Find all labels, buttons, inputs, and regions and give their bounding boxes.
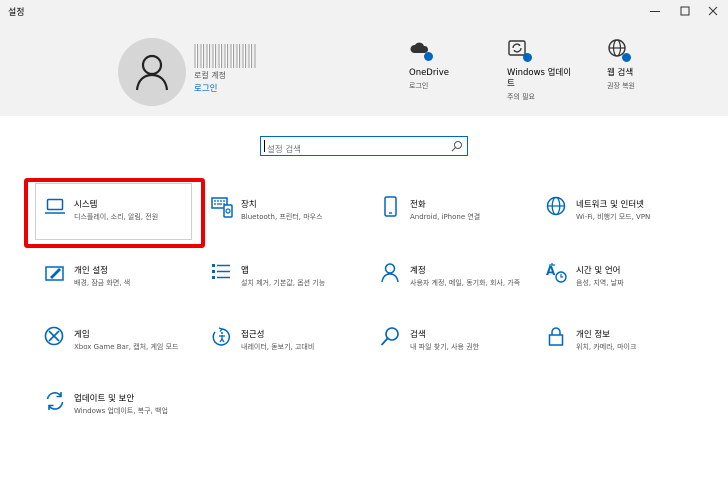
update-sync-icon xyxy=(46,392,64,410)
tile-title: 시간 및 언어 xyxy=(576,266,621,276)
avatar[interactable] xyxy=(118,38,186,106)
tile-desc: 내 파일 찾기, 사용 권한 xyxy=(410,343,480,351)
tile-desc: Bluetooth, 프린터, 마우스 xyxy=(241,213,323,221)
tile-title: 전화 xyxy=(410,200,426,210)
title-bar: 설정 xyxy=(0,0,728,24)
xbox-icon xyxy=(44,326,64,346)
devices-icon xyxy=(211,197,233,218)
tile-accounts[interactable]: 계정 사용자 계정, 메일, 동기화, 회사, 가족 xyxy=(380,262,540,312)
tile-desc: Windows 업데이트, 복구, 백업 xyxy=(74,407,168,415)
tile-time-language[interactable]: A 시간 및 언어 음성, 지역, 날짜 xyxy=(546,262,706,312)
lock-icon xyxy=(548,327,564,346)
tile-desc: 배경, 잠금 화면, 색 xyxy=(74,279,131,287)
header-item-onedrive[interactable]: OneDrive 로그인 xyxy=(409,38,449,91)
tile-title: 시스템 xyxy=(74,200,98,210)
account-header: 로컬 계정 로그인 OneDrive 로그인 Windows 업데이트 주의 필… xyxy=(0,24,728,116)
person-icon xyxy=(381,263,399,283)
tile-desc: Android, iPhone 연결 xyxy=(410,213,481,221)
tile-title: 앱 xyxy=(241,266,249,276)
tile-title: 네트워크 및 인터넷 xyxy=(576,200,644,210)
globe-icon xyxy=(546,196,566,216)
tile-title: 개인 정보 xyxy=(576,330,610,340)
tile-desc: 설치 제거, 기본값, 옵션 기능 xyxy=(241,279,326,287)
windows-update-icon xyxy=(507,38,532,62)
tile-title: 검색 xyxy=(410,330,426,340)
tile-title: 업데이트 및 보안 xyxy=(74,394,135,404)
settings-search-box[interactable] xyxy=(260,136,468,159)
header-item-web-search[interactable]: 웹 검색 권장 복원 xyxy=(607,38,635,91)
person-icon xyxy=(135,54,169,91)
apps-list-icon xyxy=(212,264,230,279)
tile-title: 게임 xyxy=(74,330,90,340)
tile-desc: 위치, 카메라, 마이크 xyxy=(576,343,637,351)
web-search-title: 웹 검색 xyxy=(607,68,634,78)
maximize-button[interactable] xyxy=(670,0,700,22)
header-item-windows-update[interactable]: Windows 업데이트 주의 필요 xyxy=(507,38,577,102)
web-search-subtitle: 권장 복원 xyxy=(607,82,635,90)
text-caret xyxy=(264,140,265,152)
tile-search[interactable]: 검색 내 파일 찾기, 사용 권한 xyxy=(380,326,540,376)
tile-desc: 디스플레이, 소리, 알림, 전원 xyxy=(74,213,159,221)
time-language-icon: A xyxy=(546,263,567,283)
redacted-username xyxy=(194,44,256,68)
search-input[interactable] xyxy=(261,141,441,159)
minimize-button[interactable] xyxy=(640,0,670,22)
tile-title: 장치 xyxy=(241,200,257,210)
signin-link[interactable]: 로그인 xyxy=(194,82,217,94)
tile-update-security[interactable]: 업데이트 및 보안 Windows 업데이트, 복구, 백업 xyxy=(44,390,204,440)
paint-icon xyxy=(45,266,64,281)
globe-icon xyxy=(607,38,631,62)
tile-desc: Xbox Game Bar, 캡처, 게임 모드 xyxy=(74,343,179,351)
tile-gaming[interactable]: 게임 Xbox Game Bar, 캡처, 게임 모드 xyxy=(44,326,204,376)
tile-apps[interactable]: 앱 설치 제거, 기본값, 옵션 기능 xyxy=(211,262,371,312)
search-icon xyxy=(380,327,399,346)
close-button[interactable] xyxy=(698,0,728,22)
tile-desc: 음성, 지역, 날짜 xyxy=(576,279,624,287)
svg-text:A: A xyxy=(546,264,556,278)
tile-desc: 사용자 계정, 메일, 동기화, 회사, 가족 xyxy=(410,279,521,287)
tile-phone[interactable]: 전화 Android, iPhone 연결 xyxy=(380,196,540,246)
search-icon[interactable] xyxy=(451,140,463,152)
close-icon xyxy=(708,6,718,16)
phone-icon xyxy=(384,196,397,217)
maximize-icon xyxy=(680,6,690,16)
tile-system[interactable]: 시스템 디스플레이, 소리, 알림, 전원 xyxy=(44,196,204,246)
tile-devices[interactable]: 장치 Bluetooth, 프린터, 마우스 xyxy=(211,196,371,246)
onedrive-title: OneDrive xyxy=(409,68,449,78)
laptop-icon xyxy=(45,198,65,214)
tile-title: 개인 설정 xyxy=(74,266,108,276)
tile-desc: 내레이터, 돋보기, 고대비 xyxy=(241,343,315,351)
tile-desc: Wi-Fi, 비행기 모드, VPN xyxy=(576,213,651,221)
tile-privacy[interactable]: 개인 정보 위치, 카메라, 마이크 xyxy=(546,326,706,376)
windows-update-title: Windows 업데이트 xyxy=(507,68,572,89)
accessibility-icon xyxy=(212,327,231,346)
tile-accessibility[interactable]: 접근성 내레이터, 돋보기, 고대비 xyxy=(211,326,371,376)
onedrive-cloud-icon xyxy=(409,38,433,61)
tile-network[interactable]: 네트워크 및 인터넷 Wi-Fi, 비행기 모드, VPN xyxy=(546,196,706,246)
tile-personalization[interactable]: 개인 설정 배경, 잠금 화면, 색 xyxy=(44,262,204,312)
minimize-icon xyxy=(650,11,660,12)
tile-title: 계정 xyxy=(410,266,426,276)
windows-update-subtitle: 주의 필요 xyxy=(507,93,535,101)
window-title: 설정 xyxy=(8,8,25,18)
onedrive-subtitle: 로그인 xyxy=(409,82,429,90)
account-type-label: 로컬 계정 xyxy=(194,71,226,80)
tile-title: 접근성 xyxy=(241,330,265,340)
